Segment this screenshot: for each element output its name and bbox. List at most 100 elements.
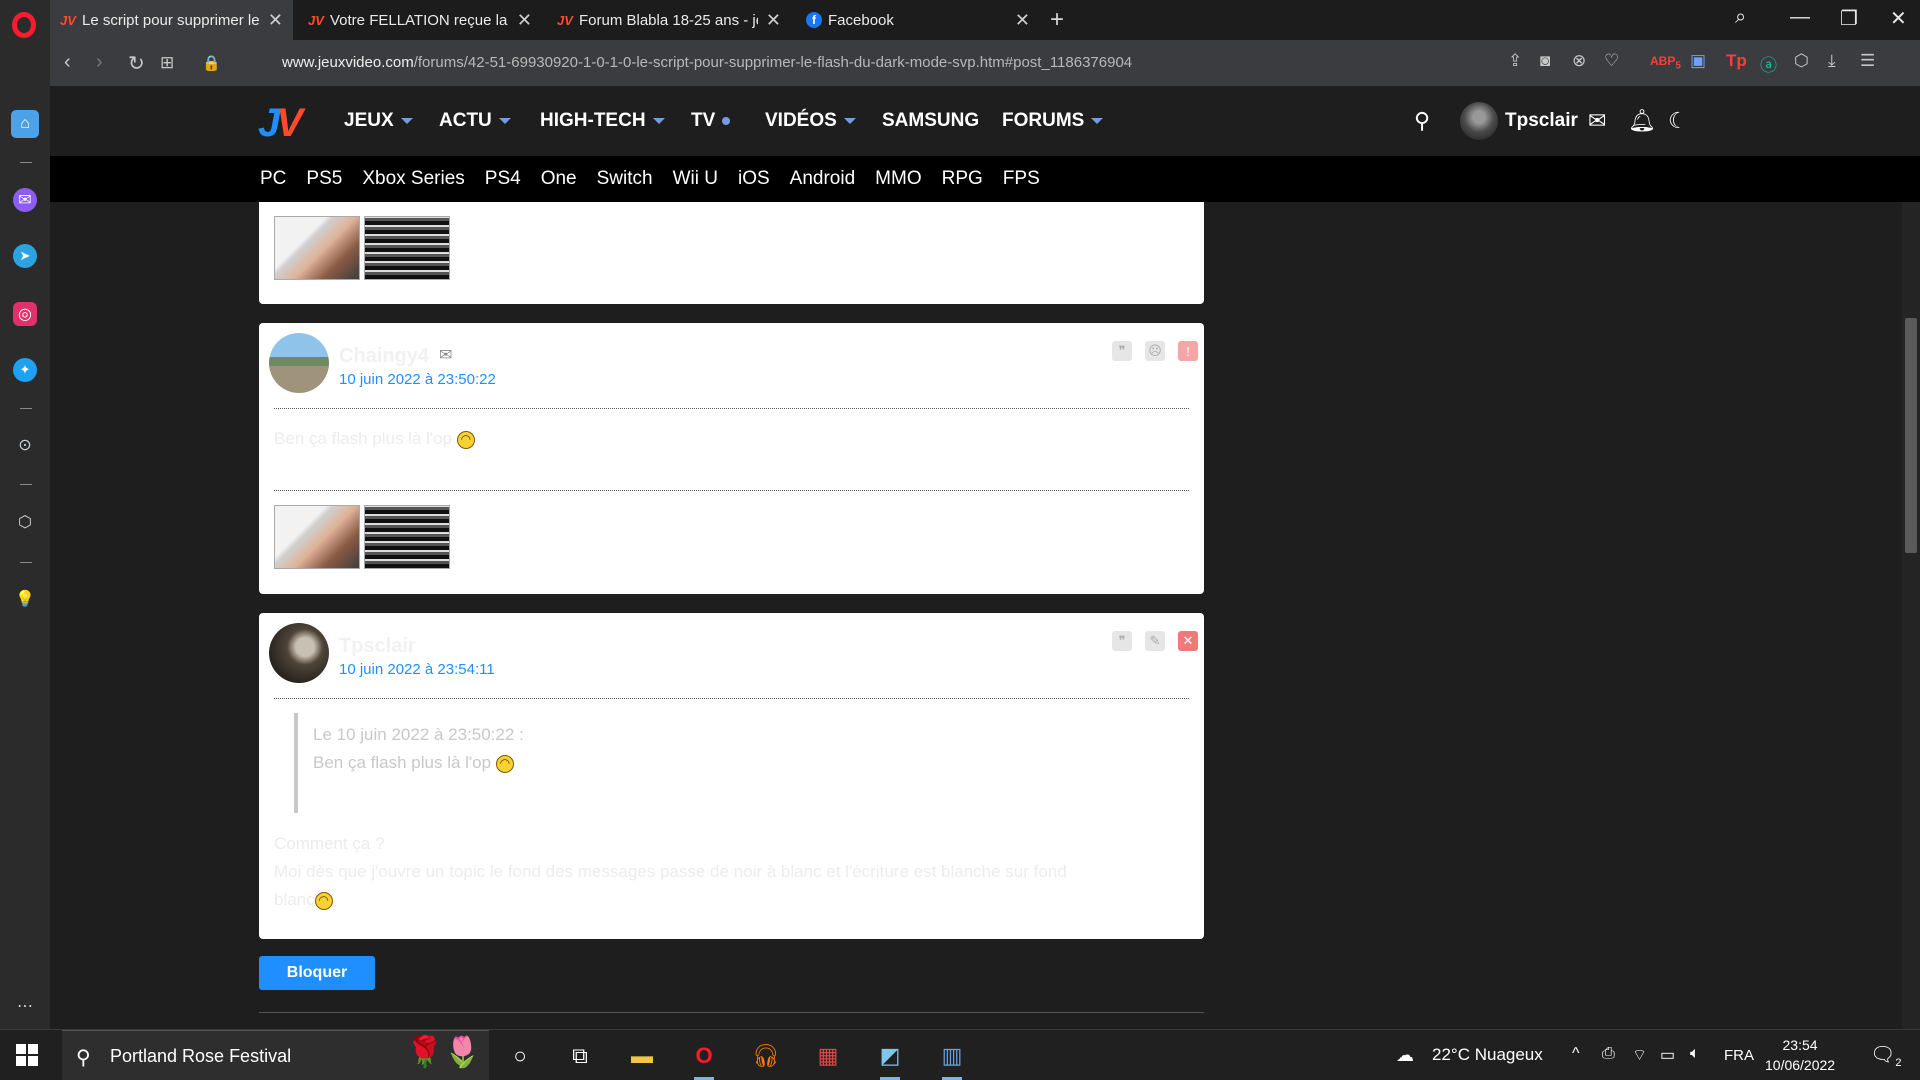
- a-extension-icon[interactable]: ⓐ: [1760, 51, 1777, 76]
- subnav-android[interactable]: Android: [790, 168, 856, 190]
- nav-samsung[interactable]: SAMSUNG: [882, 110, 979, 132]
- quote-icon[interactable]: ❞: [1112, 631, 1132, 651]
- opera-logo-icon[interactable]: [12, 12, 36, 38]
- tab-forum-blabla[interactable]: JV Forum Blabla 18-25 ans - je ✕: [547, 0, 791, 40]
- crypto-wallet-icon[interactable]: ⬡: [13, 510, 37, 534]
- volume-icon[interactable]: 🔈︎: [1690, 1045, 1700, 1063]
- mail-icon[interactable]: ✉: [1588, 108, 1606, 134]
- close-tab-icon[interactable]: ✕: [517, 10, 532, 31]
- screenshot-extension-icon[interactable]: ▣: [1690, 51, 1706, 71]
- file-explorer-icon[interactable]: ▬: [626, 1040, 658, 1072]
- close-tab-icon[interactable]: ✕: [268, 10, 283, 31]
- subnav-xbox-series[interactable]: Xbox Series: [362, 168, 464, 190]
- subnav-ps5[interactable]: PS5: [306, 168, 342, 190]
- minimize-icon[interactable]: —: [1790, 6, 1810, 29]
- post-date[interactable]: 10 juin 2022 à 23:54:11: [339, 661, 495, 678]
- subnav-fps[interactable]: FPS: [1003, 168, 1040, 190]
- private-message-icon[interactable]: ✉: [439, 345, 452, 365]
- scrollbar-thumb[interactable]: [1905, 318, 1917, 553]
- post-author[interactable]: Chaingy4: [339, 345, 429, 368]
- notification-center-icon[interactable]: 🗨︎2: [1870, 1042, 1902, 1069]
- news-app-icon[interactable]: ▦: [812, 1040, 844, 1072]
- battery-icon[interactable]: ▭: [1660, 1045, 1675, 1065]
- avatar[interactable]: [269, 623, 329, 683]
- tab-forum-post[interactable]: JV Votre FELLATION reçue la p ✕: [298, 0, 542, 40]
- tp-extension-icon[interactable]: Tp: [1726, 51, 1747, 71]
- subnav-mmo[interactable]: MMO: [875, 168, 921, 190]
- tabs-grid-icon[interactable]: ⊞: [160, 53, 174, 73]
- task-view-icon[interactable]: ⧉: [564, 1040, 596, 1072]
- quote-icon[interactable]: ❞: [1112, 341, 1132, 361]
- weather-text[interactable]: 22°C Nuageux: [1432, 1045, 1543, 1065]
- close-tab-icon[interactable]: ✕: [766, 10, 781, 31]
- close-window-icon[interactable]: ✕: [1890, 6, 1907, 31]
- speed-dial-home-icon[interactable]: ⌂: [11, 110, 39, 138]
- delete-icon[interactable]: ✕: [1178, 631, 1198, 651]
- twitter-icon[interactable]: ✦: [13, 358, 37, 382]
- nav-videos[interactable]: VIDÉOS: [765, 110, 856, 132]
- jeuxvideo-logo[interactable]: JV: [258, 101, 303, 146]
- sticker-thumbnail[interactable]: [274, 505, 360, 569]
- telegram-icon[interactable]: ➤: [13, 244, 37, 268]
- wifi-icon[interactable]: ⌔: [1632, 1045, 1647, 1065]
- avatar[interactable]: [269, 333, 329, 393]
- sticker-thumbnail[interactable]: [274, 216, 360, 280]
- report-icon[interactable]: !: [1178, 341, 1198, 361]
- url-field[interactable]: www.jeuxvideo.com/forums/42-51-69930920-…: [282, 54, 1132, 71]
- nav-high-tech[interactable]: HIGH-TECH: [540, 110, 665, 132]
- audio-app-icon[interactable]: 🎧︎: [750, 1040, 782, 1072]
- instagram-icon[interactable]: ◎: [13, 302, 37, 326]
- tab-facebook[interactable]: f Facebook ✕: [796, 0, 1040, 40]
- subnav-ios[interactable]: iOS: [738, 168, 770, 190]
- search-tabs-icon[interactable]: ⌕: [1735, 6, 1746, 29]
- share-icon[interactable]: ⇪: [1508, 51, 1522, 71]
- search-icon[interactable]: ⚲: [1414, 108, 1430, 134]
- subnav-wii-u[interactable]: Wii U: [673, 168, 718, 190]
- opera-taskbar-icon[interactable]: O: [688, 1040, 720, 1080]
- restore-icon[interactable]: ❐: [1840, 6, 1858, 31]
- new-tab-icon[interactable]: +: [1050, 6, 1064, 34]
- forward-icon[interactable]: ›: [96, 51, 103, 74]
- post-author[interactable]: Tpsclair: [339, 635, 416, 658]
- subnav-switch[interactable]: Switch: [597, 168, 653, 190]
- notepad-icon[interactable]: ◩: [874, 1040, 906, 1080]
- calculator-icon[interactable]: ▥: [936, 1040, 968, 1080]
- user-avatar[interactable]: [1460, 102, 1498, 140]
- tracker-block-icon[interactable]: ⊗: [1572, 51, 1586, 71]
- snapshot-camera-icon[interactable]: ◙: [1540, 51, 1550, 71]
- subnav-one[interactable]: One: [541, 168, 577, 190]
- cortana-icon[interactable]: ○: [504, 1040, 536, 1072]
- player-icon[interactable]: ⊙: [13, 433, 37, 457]
- nav-forums[interactable]: FORUMS: [1002, 110, 1104, 132]
- taskbar-search-box[interactable]: ⚲ Portland Rose Festival 🌹🌷: [62, 1030, 489, 1080]
- dark-mode-moon-icon[interactable]: ☾: [1668, 108, 1688, 134]
- easy-setup-icon[interactable]: ☰: [1860, 51, 1875, 71]
- show-hidden-icons-icon[interactable]: ^: [1572, 1045, 1580, 1063]
- nav-actu[interactable]: ACTU: [439, 110, 511, 132]
- tab-script-dark-mode[interactable]: JV Le script pour supprimer le ✕: [50, 0, 293, 40]
- sticker-thumbnail[interactable]: [364, 505, 450, 569]
- back-icon[interactable]: ‹: [64, 51, 71, 74]
- adblock-extension-icon[interactable]: ABP5: [1650, 54, 1681, 71]
- meet-now-icon[interactable]: ⎙: [1602, 1045, 1615, 1063]
- nav-jeux[interactable]: JEUX: [344, 110, 413, 132]
- clock[interactable]: 23:54 10/06/2022: [1765, 1035, 1835, 1075]
- block-button[interactable]: Bloquer: [259, 956, 375, 990]
- edit-pencil-icon[interactable]: ✎: [1145, 631, 1165, 651]
- sticker-thumbnail[interactable]: [364, 216, 450, 280]
- tips-lightbulb-icon[interactable]: 💡: [13, 587, 37, 611]
- more-options-icon[interactable]: ⋯: [13, 994, 37, 1018]
- page-scrollbar[interactable]: [1902, 202, 1920, 1029]
- downloads-icon[interactable]: ⤓: [1828, 51, 1836, 71]
- bookmark-heart-icon[interactable]: ♡: [1604, 51, 1619, 71]
- windows-start-icon[interactable]: [16, 1044, 38, 1066]
- subnav-rpg[interactable]: RPG: [942, 168, 983, 190]
- username[interactable]: Tpsclair: [1505, 110, 1578, 132]
- nav-tv[interactable]: TV: [691, 110, 731, 132]
- messenger-icon[interactable]: ✉: [13, 188, 37, 212]
- reload-icon[interactable]: ↻: [128, 51, 145, 76]
- language-indicator[interactable]: FRA: [1724, 1047, 1754, 1064]
- subnav-pc[interactable]: PC: [260, 168, 286, 190]
- subnav-ps4[interactable]: PS4: [485, 168, 521, 190]
- post-date[interactable]: 10 juin 2022 à 23:50:22: [339, 371, 496, 388]
